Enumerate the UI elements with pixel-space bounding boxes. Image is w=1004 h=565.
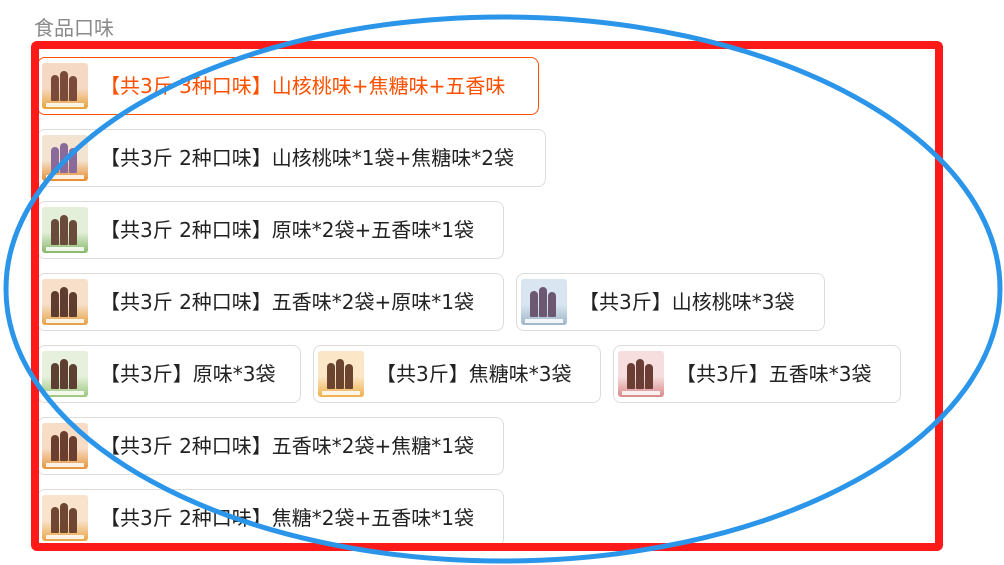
flavor-option-label: 【共3斤】焦糖味*3袋 xyxy=(376,362,572,386)
flavor-option-5[interactable]: 【共3斤】山核桃味*3袋 xyxy=(516,273,825,331)
flavor-option-1[interactable]: 【共3斤 3种口味】山核桃味+焦糖味+五香味 xyxy=(37,57,539,115)
flavor-option-label: 【共3斤 2种口味】五香味*2袋+原味*1袋 xyxy=(100,290,475,314)
product-thumbnail xyxy=(42,495,88,541)
flavor-option-4[interactable]: 【共3斤 2种口味】五香味*2袋+原味*1袋 xyxy=(37,273,504,331)
flavor-option-10[interactable]: 【共3斤 2种口味】焦糖*2袋+五香味*1袋 xyxy=(37,489,504,547)
flavor-option-label: 【共3斤 2种口味】五香味*2袋+焦糖*1袋 xyxy=(100,434,475,458)
section-title-flavor: 食品口味 xyxy=(34,16,114,40)
flavor-option-label: 【共3斤】五香味*3袋 xyxy=(676,362,872,386)
flavor-option-7[interactable]: 【共3斤】焦糖味*3袋 xyxy=(313,345,601,403)
flavor-option-2[interactable]: 【共3斤 2种口味】山核桃味*1袋+焦糖味*2袋 xyxy=(37,129,546,187)
flavor-option-label: 【共3斤 3种口味】山核桃味+焦糖味+五香味 xyxy=(100,74,506,98)
product-thumbnail xyxy=(42,351,88,397)
flavor-option-3[interactable]: 【共3斤 2种口味】原味*2袋+五香味*1袋 xyxy=(37,201,504,259)
flavor-option-label: 【共3斤 2种口味】焦糖*2袋+五香味*1袋 xyxy=(100,506,475,530)
product-thumbnail xyxy=(521,279,567,325)
flavor-option-label: 【共3斤】山核桃味*3袋 xyxy=(579,290,795,314)
product-thumbnail xyxy=(42,135,88,181)
product-thumbnail xyxy=(42,423,88,469)
product-thumbnail xyxy=(618,351,664,397)
flavor-option-8[interactable]: 【共3斤】五香味*3袋 xyxy=(613,345,901,403)
flavor-option-label: 【共3斤 2种口味】原味*2袋+五香味*1袋 xyxy=(100,218,475,242)
flavor-option-label: 【共3斤】原味*3袋 xyxy=(100,362,276,386)
product-thumbnail xyxy=(42,63,88,109)
flavor-option-9[interactable]: 【共3斤 2种口味】五香味*2袋+焦糖*1袋 xyxy=(37,417,504,475)
product-thumbnail xyxy=(42,207,88,253)
flavor-option-6[interactable]: 【共3斤】原味*3袋 xyxy=(37,345,301,403)
flavor-option-label: 【共3斤 2种口味】山核桃味*1袋+焦糖味*2袋 xyxy=(100,146,515,170)
product-thumbnail xyxy=(318,351,364,397)
product-thumbnail xyxy=(42,279,88,325)
